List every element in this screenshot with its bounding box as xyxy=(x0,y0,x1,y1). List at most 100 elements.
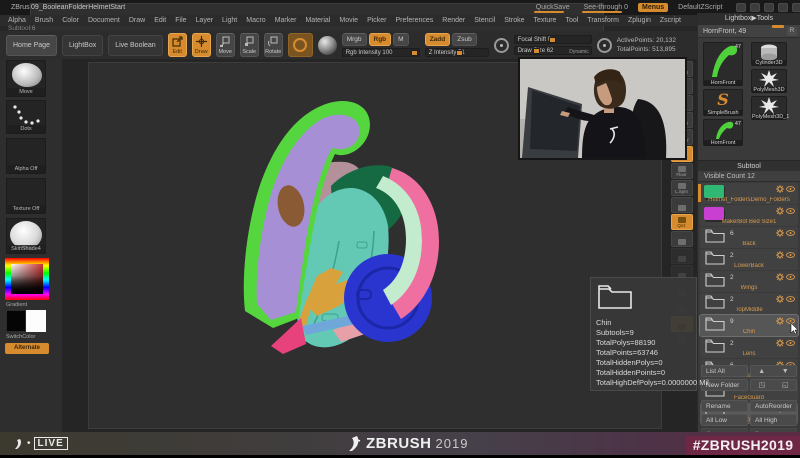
tool-thumb-hornfront[interactable]: 47 HornFront xyxy=(703,42,743,86)
helmet-3d-model[interactable] xyxy=(205,76,475,366)
home-page-button[interactable]: Home Page xyxy=(6,35,57,56)
palette-icon[interactable] xyxy=(750,3,760,12)
subtool-row[interactable]: MakerBot Bed Size1 xyxy=(700,205,798,226)
subtool-row[interactable]: Helmet_FoldersDemo_Folders xyxy=(700,183,798,204)
texture-selector[interactable]: Texture Off xyxy=(6,178,46,214)
move-up-down-buttons[interactable]: ▲▼ xyxy=(750,365,797,377)
eye-icon[interactable] xyxy=(786,340,795,346)
menu-item[interactable]: Edit xyxy=(154,17,166,24)
menu-item[interactable]: Stroke xyxy=(504,17,524,24)
stroke-selector[interactable]: Dots xyxy=(6,100,46,134)
right-shelf-button[interactable] xyxy=(671,248,693,264)
tool-thumb-polymesh3d-1[interactable]: PolyMesh3D_1 xyxy=(751,96,787,120)
gear-icon[interactable] xyxy=(776,317,784,325)
menu-item[interactable]: Tool xyxy=(565,17,578,24)
menu-item[interactable]: Layer xyxy=(196,17,214,24)
lock-icon[interactable] xyxy=(778,3,788,12)
z-intensity-slider[interactable]: Z Intensity 51 xyxy=(425,48,489,57)
menu-item[interactable]: Alpha xyxy=(8,17,26,24)
draw-button[interactable]: Draw xyxy=(192,33,211,57)
sculptris-sphere-icon[interactable] xyxy=(318,36,337,55)
menu-item[interactable]: Render xyxy=(442,17,465,24)
live-boolean-button[interactable]: Live Boolean xyxy=(108,35,162,56)
current-brush-button[interactable] xyxy=(288,33,313,57)
subtool-row[interactable]: 2 TopMiddle xyxy=(700,293,798,314)
eye-icon[interactable] xyxy=(786,186,795,192)
z-intensity-thumb[interactable] xyxy=(456,50,463,56)
rgb-button[interactable]: Rgb xyxy=(369,33,392,46)
right-shelf-button[interactable]: L.Sym xyxy=(671,180,693,196)
arrow-down-icon[interactable]: ▼ xyxy=(782,366,789,377)
right-shelf-button[interactable]: Floor xyxy=(671,163,693,179)
alpha-selector-icon[interactable] xyxy=(597,38,612,53)
main-color-swatch[interactable] xyxy=(6,310,26,332)
menu-item[interactable]: Zscript xyxy=(660,17,681,24)
menu-item[interactable]: Document xyxy=(88,17,120,24)
right-shelf-button[interactable] xyxy=(671,197,693,213)
r-button[interactable]: R xyxy=(787,27,797,36)
gear-icon[interactable] xyxy=(776,207,784,215)
eye-icon[interactable] xyxy=(786,296,795,302)
menu-item[interactable]: Brush xyxy=(35,17,53,24)
quicksave-button[interactable]: QuickSave xyxy=(532,3,574,12)
menu-item[interactable]: File xyxy=(175,17,186,24)
rename-button[interactable]: Rename xyxy=(701,400,748,412)
folder-move-icon[interactable]: ◳ xyxy=(758,380,765,391)
menu-item[interactable]: Material xyxy=(305,17,330,24)
focal-shift-slider[interactable]: Focal Shift 0 xyxy=(514,35,592,44)
current-tool-row[interactable]: HornFront, 49 R xyxy=(698,25,800,38)
menus-button[interactable]: Menus xyxy=(638,3,668,12)
menu-item[interactable]: Marker xyxy=(275,17,297,24)
edit-button[interactable]: Edit xyxy=(168,33,187,57)
menu-item[interactable]: Preferences xyxy=(396,17,434,24)
alternate-button[interactable]: Alternate xyxy=(5,343,49,354)
menu-item[interactable]: Movie xyxy=(339,17,358,24)
eye-icon[interactable] xyxy=(786,208,795,214)
rgb-intensity-slider[interactable]: Rgb Intensity 100 xyxy=(342,48,420,57)
subtool-header[interactable]: Subtool xyxy=(698,160,800,171)
folder-out-icon[interactable]: ◱ xyxy=(782,380,789,391)
tool-thumb-cylinder3d[interactable]: Cylinder3D xyxy=(751,42,787,66)
autoreorder-button[interactable]: AutoReorder xyxy=(750,400,797,412)
rotate-button[interactable]: Rotate xyxy=(264,33,283,57)
right-shelf-button[interactable]: Qnz xyxy=(671,214,693,230)
menu-item[interactable]: Transform xyxy=(587,17,619,24)
tool-thumb-simplebrush[interactable]: S SimpleBrush xyxy=(703,89,743,116)
m-button[interactable]: M xyxy=(393,33,408,46)
monitor-icon[interactable] xyxy=(736,3,746,12)
subtool-row[interactable]: 2 Lens xyxy=(700,337,798,358)
zsub-button[interactable]: Zsub xyxy=(452,33,476,46)
visible-count-row[interactable]: Visible Count 12 xyxy=(698,171,800,182)
brush-selector[interactable]: Move xyxy=(6,60,46,97)
menu-item[interactable]: Macro xyxy=(246,17,265,24)
focal-shift-thumb[interactable] xyxy=(549,37,556,43)
menu-item[interactable]: Stencil xyxy=(474,17,495,24)
secondary-color-swatch[interactable] xyxy=(26,310,46,332)
eye-icon[interactable] xyxy=(786,230,795,236)
menu-item[interactable]: Light xyxy=(222,17,237,24)
color-picker[interactable] xyxy=(5,258,49,300)
gear-icon[interactable] xyxy=(776,273,784,281)
alpha-selector[interactable]: Alpha Off xyxy=(6,138,46,174)
tool-thumb-polymesh3d[interactable]: PolyMesh3D xyxy=(751,69,787,93)
subtool-row[interactable]: 2 Wings xyxy=(700,271,798,292)
gear-icon[interactable] xyxy=(776,185,784,193)
gear-icon[interactable] xyxy=(776,339,784,347)
arrow-up-icon[interactable]: ▲ xyxy=(758,366,765,377)
rgb-intensity-thumb[interactable] xyxy=(411,50,418,56)
eye-icon[interactable] xyxy=(786,274,795,280)
draw-size-slider[interactable]: Draw Size 62 Dynamic xyxy=(514,46,592,55)
lightbox-tools-header[interactable]: Lightbox▶Tools xyxy=(698,13,800,25)
menu-item[interactable]: Picker xyxy=(367,17,386,24)
tool-thumb-hornfront-2[interactable]: 47 HornFront xyxy=(703,119,743,146)
gear-icon[interactable] xyxy=(776,295,784,303)
stroke-selector-icon[interactable] xyxy=(494,38,509,53)
move-button[interactable]: Move xyxy=(216,33,235,57)
gear-icon[interactable] xyxy=(776,251,784,259)
subtool-row[interactable]: 9 Chin xyxy=(700,315,798,336)
menu-item[interactable]: Texture xyxy=(533,17,556,24)
menu-item[interactable]: Zplugin xyxy=(628,17,651,24)
eye-icon[interactable] xyxy=(786,252,795,258)
subtool-row[interactable]: 6 Back xyxy=(700,227,798,248)
mrgb-button[interactable]: Mrgb xyxy=(342,33,367,46)
